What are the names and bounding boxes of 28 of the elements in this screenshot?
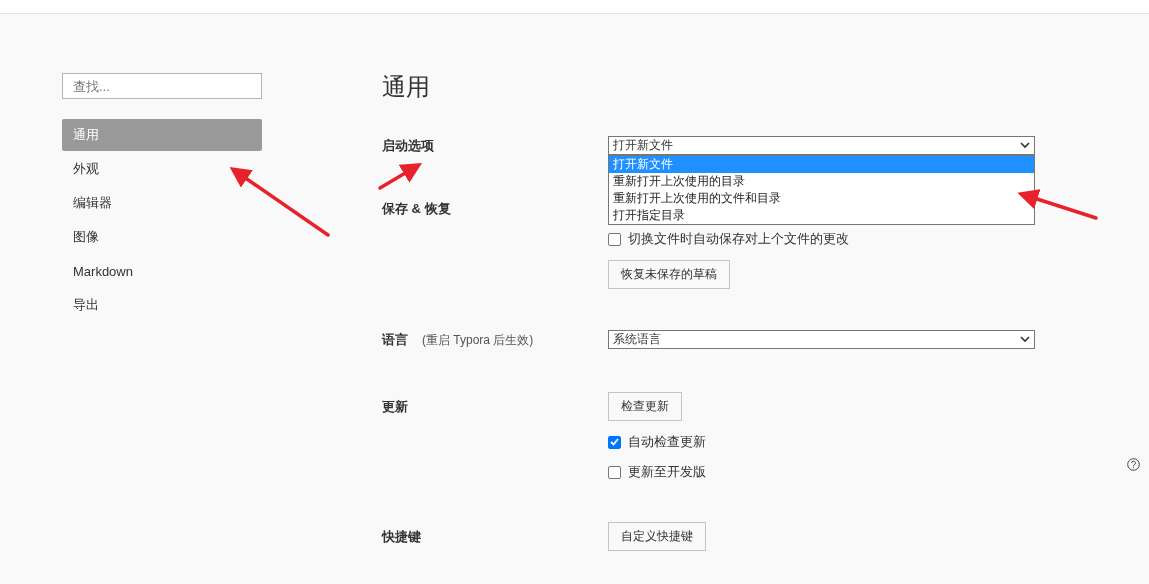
checkbox[interactable] <box>608 232 621 246</box>
settings-button[interactable]: 恢复未保存的草稿 <box>608 260 730 289</box>
select-field[interactable]: 系统语言 <box>608 330 1035 349</box>
sidebar-item[interactable]: Markdown <box>62 255 262 287</box>
checkbox-label: 切换文件时自动保存对上个文件的更改 <box>628 230 849 248</box>
help-icon[interactable] <box>1127 458 1140 471</box>
section-label: 快捷键 <box>382 528 421 546</box>
sidebar-item[interactable]: 编辑器 <box>62 187 262 219</box>
settings-button[interactable]: 自定义快捷键 <box>608 522 706 551</box>
section-label: 启动选项 <box>382 137 434 155</box>
sidebar-item[interactable]: 外观 <box>62 153 262 185</box>
section-label: 语言 <box>382 331 408 349</box>
annotation-arrow <box>378 163 423 190</box>
search-field[interactable]: 查找... <box>62 73 262 99</box>
chevron-down-icon <box>1020 142 1030 149</box>
checkbox[interactable] <box>608 465 621 479</box>
select-field[interactable]: 打开新文件 <box>608 136 1035 155</box>
checkbox-label: 更新至开发版 <box>628 463 706 481</box>
section-label: 更新 <box>382 398 408 416</box>
section-label: 保存 & 恢复 <box>382 200 451 218</box>
checkbox-label: 自动检查更新 <box>628 433 706 451</box>
settings-button[interactable]: 检查更新 <box>608 392 682 421</box>
chevron-down-icon <box>1020 336 1030 343</box>
page-title: 通用 <box>382 72 431 102</box>
section-note: (重启 Typora 后生效) <box>422 332 534 349</box>
sidebar-item[interactable]: 导出 <box>62 289 262 321</box>
checkbox[interactable] <box>608 435 621 449</box>
sidebar-item[interactable]: 图像 <box>62 221 262 253</box>
